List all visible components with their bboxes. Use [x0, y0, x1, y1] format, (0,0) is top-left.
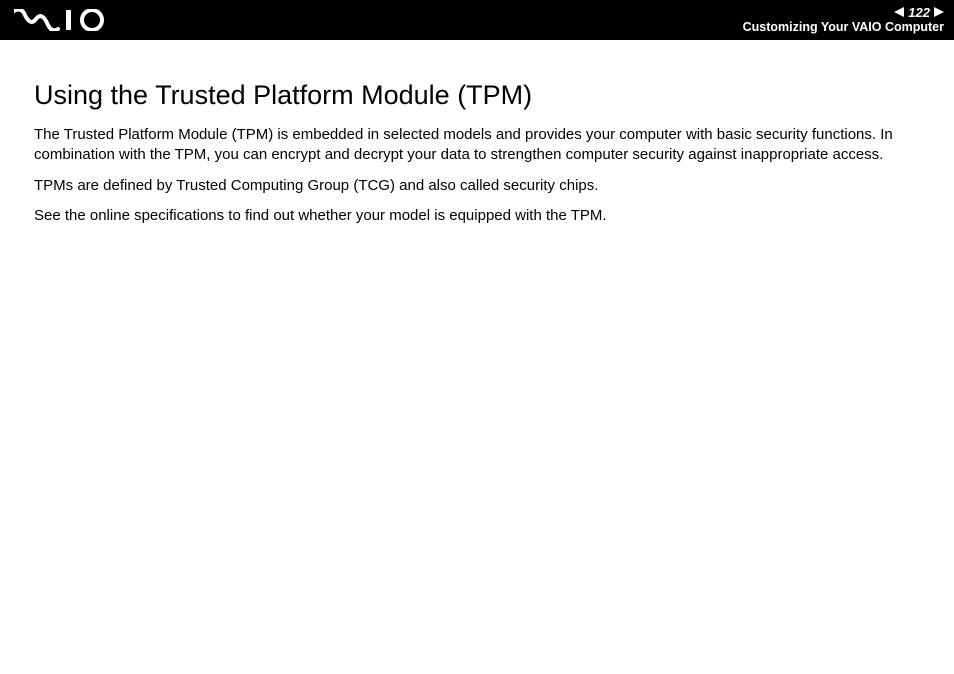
vaio-logo	[14, 9, 110, 31]
arrow-left-icon[interactable]	[894, 7, 904, 17]
page-number: 122	[908, 6, 930, 19]
header-right: 122 Customizing Your VAIO Computer	[743, 6, 944, 35]
page-header: 122 Customizing Your VAIO Computer	[0, 0, 954, 40]
page-content: Using the Trusted Platform Module (TPM) …	[0, 40, 954, 226]
arrow-right-icon[interactable]	[934, 7, 944, 17]
body-paragraph: The Trusted Platform Module (TPM) is emb…	[34, 125, 920, 166]
body-paragraph: See the online specifications to find ou…	[34, 206, 920, 226]
pager: 122	[894, 6, 944, 19]
section-title: Customizing Your VAIO Computer	[743, 20, 944, 35]
body-paragraph: TPMs are defined by Trusted Computing Gr…	[34, 176, 920, 196]
page-heading: Using the Trusted Platform Module (TPM)	[34, 80, 920, 111]
